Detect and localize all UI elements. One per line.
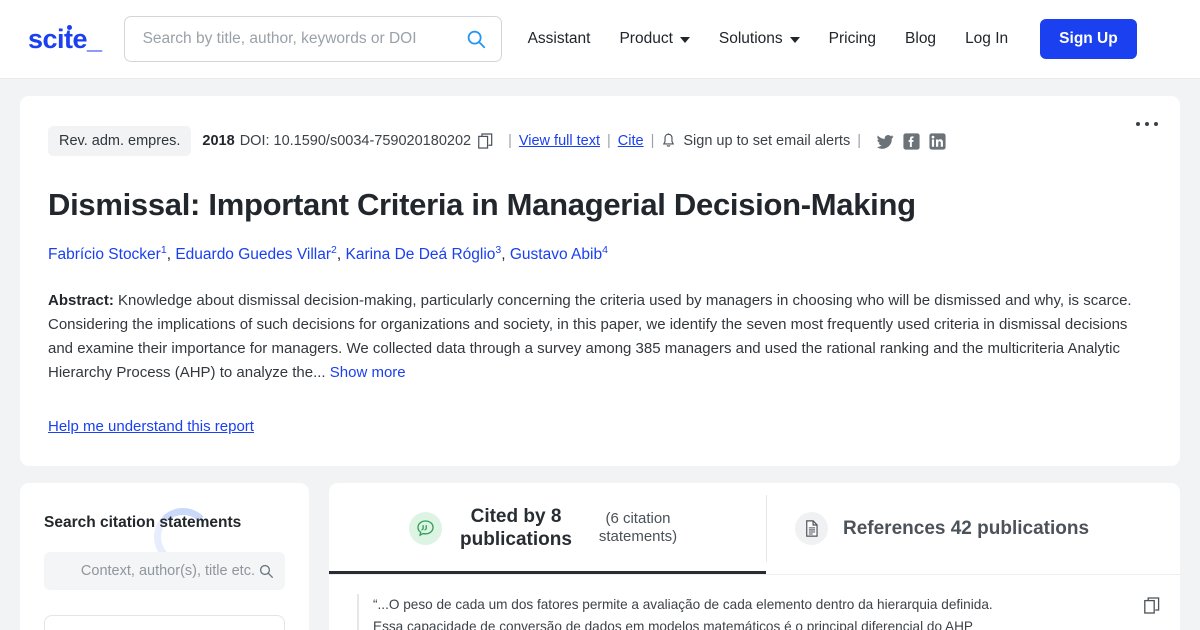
view-full-text-link[interactable]: View full text (519, 133, 600, 149)
tab-references-label: References 42 publications (843, 517, 1090, 539)
document-icon (795, 511, 828, 545)
search-input[interactable] (142, 30, 465, 48)
citation-type-filter[interactable] (44, 614, 285, 630)
nav-item-solutions[interactable]: Solutions (719, 30, 800, 48)
separator: , (501, 245, 510, 263)
citation-search-placeholder: Context, author(s), title etc. (80, 562, 255, 579)
divider: | (650, 133, 655, 149)
logo-dot (67, 24, 72, 30)
citation-statement-line: “...O peso de cada um dos fatores permit… (373, 596, 993, 612)
author-name: Gustavo Abib (509, 245, 603, 263)
nav-item-label: Blog (905, 30, 937, 47)
dot (1154, 122, 1158, 126)
author-name: Fabrício Stocker (48, 245, 161, 263)
tab-references[interactable]: References 42 publications (767, 483, 1180, 574)
page-body: Rev. adm. empres. 2018 DOI: 10.1590/s003… (0, 79, 1200, 630)
bell-icon (663, 133, 675, 147)
author-link[interactable]: Gustavo Abib4 (509, 243, 608, 263)
nav-item-label: Pricing (828, 30, 877, 47)
author-link[interactable]: Eduardo Guedes Villar2 (175, 244, 337, 263)
author-name: Eduardo Guedes Villar (175, 245, 332, 263)
nav-item-pricing[interactable]: Pricing (829, 30, 876, 48)
chevron-down-icon (789, 37, 800, 43)
search-icon[interactable] (258, 563, 274, 579)
nav-item-label: Log In (965, 30, 1009, 47)
more-options-icon[interactable] (1136, 122, 1158, 126)
twitter-icon[interactable] (876, 133, 894, 150)
citation-statement: “...O peso de cada um dos fatores permit… (329, 573, 1180, 630)
email-alerts-label[interactable]: Sign up to set email alerts (683, 133, 850, 149)
abstract-text: Knowledge about dismissal decision-makin… (48, 291, 1132, 381)
search-icon[interactable] (465, 28, 487, 50)
linkedin-icon[interactable] (929, 132, 946, 150)
facebook-icon[interactable] (903, 132, 920, 150)
tab-cited-by-sublabel: (6 citation statements) (598, 509, 678, 546)
nav-item-label: Solutions (718, 30, 783, 47)
copy-icon[interactable] (478, 133, 493, 149)
chevron-down-icon (679, 37, 690, 43)
divider: | (607, 133, 611, 149)
help-understand-report-link[interactable]: Help me understand this report (48, 418, 254, 435)
page-title: Dismissal: Important Criteria in Manager… (48, 187, 916, 222)
tab-cited-by[interactable]: Cited by 8 publications (6 citation stat… (329, 483, 766, 574)
logo-text: scite_ (28, 23, 102, 54)
scite-logo[interactable]: scite_ (28, 24, 102, 55)
dot (1136, 122, 1140, 126)
social-share-icons (876, 132, 946, 150)
author-name: Karina De Deá Róglio (345, 245, 496, 263)
cite-link[interactable]: Cite (618, 133, 644, 149)
citation-statement-line: Essa capacidade de conversão de dados em… (373, 618, 973, 630)
copy-icon[interactable] (1144, 597, 1160, 614)
sidebar-title: Search citation statements (44, 513, 242, 531)
tab-bar: Cited by 8 publications (6 citation stat… (329, 483, 1180, 574)
global-search-box[interactable] (123, 16, 502, 62)
nav-item-login[interactable]: Log In (965, 30, 1008, 48)
top-navigation-bar: scite_ Assistant Product Solutions Prici… (0, 0, 1200, 79)
nav-item-product[interactable]: Product (619, 30, 690, 48)
show-more-link[interactable]: Show more (330, 364, 406, 381)
citation-search-input[interactable]: Context, author(s), title etc. (44, 551, 285, 590)
divider: | (508, 133, 512, 149)
citation-statement-search-panel: Search citation statements Context, auth… (20, 482, 309, 630)
nav-item-label: Product (619, 30, 673, 47)
author-link[interactable]: Fabrício Stocker1 (48, 244, 167, 263)
lower-section: Search citation statements Context, auth… (20, 482, 1180, 630)
tab-cited-by-label: Cited by 8 publications (460, 505, 572, 551)
author-list: Fabrício Stocker1, Eduardo Guedes Villar… (48, 244, 1152, 265)
sign-up-button[interactable]: Sign Up (1040, 19, 1137, 59)
nav-item-label: Assistant (527, 30, 591, 47)
author-link[interactable]: Karina De Deá Róglio3 (345, 244, 501, 263)
doi-label: DOI: 10.1590/s0034-759020180202 (239, 133, 472, 149)
paper-metadata-row: Rev. adm. empres. 2018 DOI: 10.1590/s003… (48, 126, 1152, 156)
publication-year: 2018 (202, 133, 235, 149)
quote-bubble-icon (409, 511, 442, 545)
nav-item-assistant[interactable]: Assistant (528, 30, 591, 48)
paper-detail-card: Rev. adm. empres. 2018 DOI: 10.1590/s003… (20, 96, 1180, 466)
divider: | (857, 133, 861, 149)
author-affiliation-marker: 4 (602, 243, 608, 256)
citation-statement-body: “...O peso de cada um dos fatores permit… (357, 593, 1152, 630)
citations-panel: Cited by 8 publications (6 citation stat… (329, 482, 1180, 630)
abstract-label: Abstract: (48, 291, 114, 309)
dot (1145, 122, 1149, 126)
abstract-block: Abstract: Knowledge about dismissal deci… (48, 289, 1152, 385)
nav-item-blog[interactable]: Blog (905, 30, 936, 48)
nav-links: Assistant Product Solutions Pricing Blog… (528, 19, 1137, 59)
journal-badge: Rev. adm. empres. (48, 126, 192, 156)
